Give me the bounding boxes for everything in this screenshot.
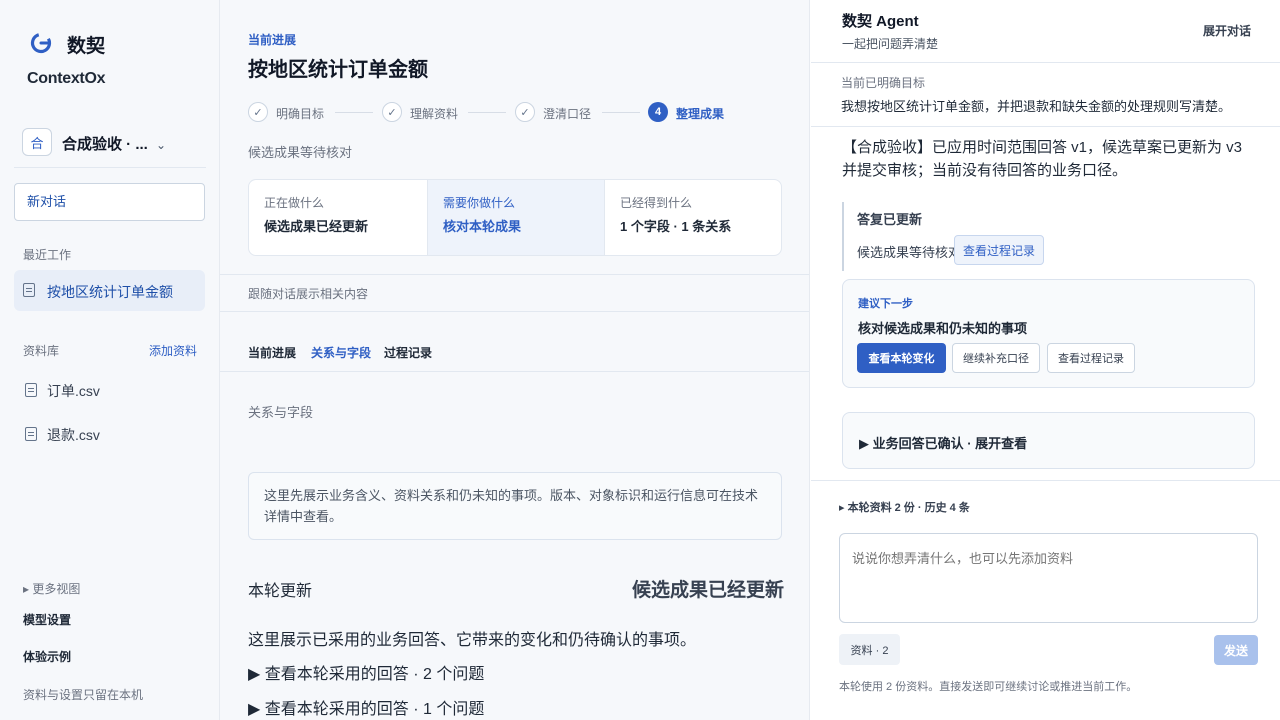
follow-text: 跟随对话展示相关内容 xyxy=(248,287,369,301)
reply-text: 候选成果等待核对 xyxy=(857,245,962,260)
progress-kicker: 当前进展 xyxy=(248,33,297,47)
card-label: 已经得到什么 xyxy=(620,196,693,210)
step-label: 理解资料 xyxy=(410,107,459,121)
recent-label: 最近工作 xyxy=(23,248,72,262)
view-records-button[interactable]: 查看过程记录 xyxy=(954,235,1044,265)
view-changes-button[interactable]: 查看本轮变化 xyxy=(857,343,946,373)
add-material-link[interactable]: 添加资料 xyxy=(149,342,197,359)
brand-subtitle: ContextOx xyxy=(27,70,106,87)
more-views-toggle[interactable]: ▸ 更多视图 xyxy=(23,580,80,597)
divider xyxy=(220,311,809,312)
divider xyxy=(811,62,1280,63)
workspace-name[interactable]: 合成验收 · ... xyxy=(62,133,148,154)
summary-cards: 正在做什么 候选成果已经更新 需要你做什么 核对本轮成果 已经得到什么 1 个字… xyxy=(248,179,782,256)
sidebar: 数契 ContextOx 合 合成验收 · ... ⌄ 新对话 最近工作 按地区… xyxy=(0,0,220,720)
step-label: 澄清口径 xyxy=(543,107,592,121)
workspace-badge[interactable]: 合 xyxy=(22,128,52,156)
divider xyxy=(14,167,206,168)
stepper: ✓ 明确目标 ✓ 理解资料 ✓ 澄清口径 4 整理成果 xyxy=(248,102,748,124)
update-status: 候选成果已经更新 xyxy=(632,580,785,601)
step-connector xyxy=(602,112,640,113)
update-heading: 本轮更新 xyxy=(248,583,313,600)
status-text: 候选成果等待核对 xyxy=(248,145,353,160)
view-records-button[interactable]: 查看过程记录 xyxy=(1047,343,1135,373)
tab-records[interactable]: 过程记录 xyxy=(384,344,432,361)
card-label: 正在做什么 xyxy=(264,196,325,210)
divider xyxy=(811,480,1280,481)
main-panel: 当前进展 按地区统计订单金额 ✓ 明确目标 ✓ 理解资料 ✓ 澄清口径 4 整理… xyxy=(220,0,810,720)
agent-message: 【合成验收】已应用时间范围回答 v1，候选草案已更新为 v3 并提交审核；当前没… xyxy=(842,139,1243,179)
agent-title: 数契 Agent xyxy=(842,13,919,30)
step-number: 4 xyxy=(648,102,668,122)
file-name: 订单.csv xyxy=(47,383,100,399)
tab-relations[interactable]: 关系与字段 xyxy=(311,344,371,361)
step-label-current: 整理成果 xyxy=(676,107,725,121)
confirmed-answers-expander[interactable]: ▶ 业务回答已确认 · 展开查看 xyxy=(842,412,1255,469)
check-icon: ✓ xyxy=(382,102,402,122)
page-title: 按地区统计订单金额 xyxy=(248,59,428,81)
suggest-kicker: 建议下一步 xyxy=(858,298,913,310)
add-scope-button[interactable]: 继续补充口径 xyxy=(952,343,1040,373)
check-icon: ✓ xyxy=(515,102,535,122)
card-gained: 已经得到什么 1 个字段 · 1 条关系 xyxy=(605,180,781,255)
confirm-label: ▶ 业务回答已确认 · 展开查看 xyxy=(859,436,1028,451)
library-file-item[interactable]: 订单.csv xyxy=(24,380,204,402)
suggest-title: 核对候选成果和仍未知的事项 xyxy=(858,321,1028,336)
materials-chip[interactable]: 资料 · 2 xyxy=(839,634,900,665)
file-icon xyxy=(25,383,37,397)
reply-title: 答复已更新 xyxy=(857,212,923,227)
card-label: 需要你做什么 xyxy=(443,196,516,210)
new-chat-button[interactable]: 新对话 xyxy=(14,183,205,221)
check-icon: ✓ xyxy=(248,102,268,122)
sidebar-item-recent[interactable]: 按地区统计订单金额 xyxy=(14,270,205,311)
brand-g-icon xyxy=(30,32,52,54)
card-todo[interactable]: 需要你做什么 核对本轮成果 xyxy=(427,180,605,255)
demo-examples-link[interactable]: 体验示例 xyxy=(23,648,71,665)
tab-progress[interactable]: 当前进展 xyxy=(248,344,296,361)
answers-expander[interactable]: ▶ 查看本轮采用的回答 · 2 个问题 xyxy=(248,660,484,684)
expand-chat-button[interactable]: 展开对话 xyxy=(1203,22,1251,39)
file-name: 退款.csv xyxy=(47,427,100,443)
chevron-down-icon[interactable]: ⌄ xyxy=(156,138,166,152)
resources-toggle[interactable]: ▸ 本轮资料 2 份 · 历史 4 条 xyxy=(839,499,970,515)
update-description: 这里展示已采用的业务回答、它带来的变化和仍待确认的事项。 xyxy=(248,632,697,649)
file-icon xyxy=(23,283,35,297)
card-value: 候选成果已经更新 xyxy=(264,219,369,234)
agent-panel: 数契 Agent 一起把问题弄清楚 展开对话 当前已明确目标 我想按地区统计订单… xyxy=(811,0,1280,720)
recent-item-label: 按地区统计订单金额 xyxy=(47,284,173,300)
section-label: 关系与字段 xyxy=(248,405,314,420)
card-doing: 正在做什么 候选成果已经更新 xyxy=(249,180,427,255)
divider xyxy=(811,126,1280,127)
send-button[interactable]: 发送 xyxy=(1214,635,1258,665)
answers-expander[interactable]: ▶ 查看本轮采用的回答 · 1 个问题 xyxy=(248,695,484,719)
info-notice: 这里先展示业务含义、资料关系和仍未知的事项。版本、对象标识和运行信息可在技术详情… xyxy=(248,472,782,540)
step-connector xyxy=(468,112,506,113)
agent-footer-note: 本轮使用 2 份资料。直接发送即可继续讨论或推进当前工作。 xyxy=(839,681,1138,693)
card-value: 核对本轮成果 xyxy=(443,219,522,234)
library-file-item[interactable]: 退款.csv xyxy=(24,424,204,446)
divider xyxy=(220,371,809,372)
agent-subtitle: 一起把问题弄清楚 xyxy=(842,37,939,51)
file-icon xyxy=(25,427,37,441)
brand-name: 数契 xyxy=(67,36,106,57)
goal-label: 当前已明确目标 xyxy=(841,76,926,90)
sidebar-footer-note: 资料与设置只留在本机 xyxy=(23,688,144,702)
card-value: 1 个字段 · 1 条关系 xyxy=(620,219,732,234)
model-settings-link[interactable]: 模型设置 xyxy=(23,611,71,628)
reply-card: 答复已更新 候选成果等待核对 查看过程记录 xyxy=(842,202,1044,271)
chat-input[interactable] xyxy=(839,533,1258,623)
goal-text: 我想按地区统计订单金额，并把退款和缺失金额的处理规则写清楚。 xyxy=(841,99,1232,114)
library-label: 资料库 xyxy=(23,344,60,358)
step-label: 明确目标 xyxy=(276,107,325,121)
step-connector xyxy=(335,112,373,113)
divider xyxy=(220,274,809,275)
next-step-card: 建议下一步 核对候选成果和仍未知的事项 查看本轮变化 继续补充口径 查看过程记录 xyxy=(842,279,1255,388)
